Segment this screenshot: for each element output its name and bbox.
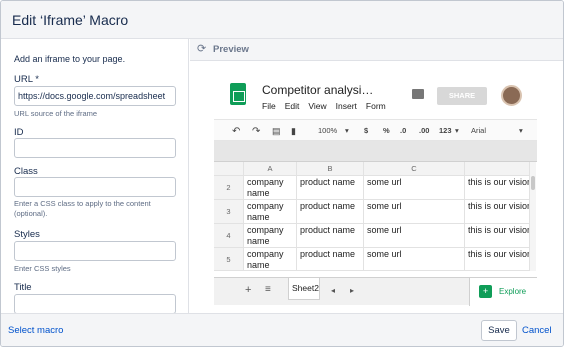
currency-format[interactable]: $ (364, 126, 368, 135)
sheet-header: Competitor analysi… File Edit View Insert Fo… (214, 71, 537, 119)
menu-insert[interactable]: Insert (336, 101, 357, 111)
table-cell[interactable]: this is our vision (465, 224, 530, 248)
explore-button[interactable]: + Explore (469, 278, 537, 306)
url-hint: URL source of the iframe (14, 109, 98, 118)
zoom-dropdown-icon[interactable]: ▾ (345, 126, 349, 135)
corner-cell (214, 162, 244, 176)
table-cell[interactable]: this is our vision (465, 200, 530, 224)
column-header-d[interactable] (465, 162, 530, 176)
class-hint: Enter a CSS class to apply to the conten… (14, 199, 151, 218)
table-cell[interactable]: this is our vision (465, 248, 530, 271)
zoom-select[interactable]: 100% (318, 126, 337, 135)
font-dropdown-icon[interactable]: ▾ (519, 126, 523, 135)
title-label: Title (14, 282, 32, 293)
comment-icon[interactable] (412, 89, 424, 99)
table-cell[interactable]: company name (244, 200, 297, 224)
table-cell[interactable]: product name (297, 200, 364, 224)
row-header[interactable]: 4 (214, 224, 244, 248)
table-cell[interactable]: this is our vision (465, 176, 530, 200)
vertical-scrollbar[interactable] (530, 162, 536, 271)
macro-form: Add an iframe to your page. URL * https:… (1, 39, 189, 313)
undo-icon[interactable]: ↶ (232, 126, 240, 137)
table-cell[interactable]: some url (364, 176, 465, 200)
table-cell[interactable]: company name (244, 176, 297, 200)
sheet-toolbar: ↶ ↷ ▤ ▮ 100% ▾ $ % .0 .00 123 ▾ Arial ▾ (214, 119, 537, 141)
select-macro-link[interactable]: Select macro (8, 325, 63, 336)
macro-dialog: Edit ‘Iframe’ Macro Add an iframe to you… (0, 0, 564, 347)
menu-view[interactable]: View (308, 101, 326, 111)
preview-label: Preview (213, 44, 249, 55)
doc-title: Competitor analysi… (262, 83, 374, 97)
dialog-header: Edit ‘Iframe’ Macro (1, 1, 563, 39)
column-header-b[interactable]: B (297, 162, 364, 176)
sheet-tabs-bar: + ≡ Sheet2 ◂ ▸ + Explore (214, 277, 537, 306)
styles-input[interactable] (14, 241, 176, 261)
form-intro: Add an iframe to your page. (14, 54, 126, 64)
url-input[interactable]: https://docs.google.com/spreadsheet (14, 86, 176, 106)
share-button[interactable]: SHARE (437, 87, 487, 105)
scrollbar-thumb[interactable] (531, 176, 535, 190)
menu-file[interactable]: File (262, 101, 276, 111)
table-cell[interactable]: product name (297, 248, 364, 271)
styles-hint: Enter CSS styles (14, 264, 71, 273)
redo-icon[interactable]: ↷ (252, 126, 260, 137)
sheets-logo-icon (230, 83, 246, 105)
avatar[interactable] (501, 85, 522, 106)
print-icon[interactable]: ▤ (272, 126, 281, 137)
dialog-footer: Select macro Save Cancel (1, 313, 563, 346)
id-label: ID (14, 127, 24, 138)
class-label: Class (14, 166, 38, 177)
column-header-c[interactable]: C (364, 162, 465, 176)
menu-form[interactable]: Form (366, 101, 386, 111)
column-header-a[interactable]: A (244, 162, 297, 176)
sheet-grid: A B C 2 company name product name some u… (214, 162, 537, 271)
row-header[interactable]: 5 (214, 248, 244, 271)
font-select[interactable]: Arial (471, 126, 486, 135)
tab-sheet2[interactable]: Sheet2 (288, 278, 320, 300)
save-button[interactable]: Save (481, 320, 517, 341)
spreadsheet-preview: Competitor analysi… File Edit View Insert Fo… (214, 71, 537, 306)
sheet-menu-bar: File Edit View Insert Form (262, 101, 392, 111)
row-header[interactable]: 2 (214, 176, 244, 200)
id-input[interactable] (14, 138, 176, 158)
table-cell[interactable]: product name (297, 176, 364, 200)
all-sheets-icon[interactable]: ≡ (265, 284, 271, 295)
table-cell[interactable]: product name (297, 224, 364, 248)
percent-format[interactable]: % (383, 126, 390, 135)
tab-sheet2-label: Sheet2 (292, 283, 319, 293)
preview-header: ⟳ Preview (190, 39, 563, 61)
class-input[interactable] (14, 177, 176, 197)
number-format[interactable]: 123 (439, 126, 452, 135)
formula-bar[interactable] (214, 141, 537, 162)
url-label: URL * (14, 74, 39, 85)
explore-icon: + (479, 285, 492, 298)
share-label: SHARE (448, 91, 476, 100)
table-cell[interactable]: some url (364, 200, 465, 224)
table-cell[interactable]: company name (244, 224, 297, 248)
table-cell[interactable]: some url (364, 248, 465, 271)
styles-label: Styles (14, 229, 40, 240)
row-header[interactable]: 3 (214, 200, 244, 224)
refresh-icon[interactable]: ⟳ (197, 43, 209, 55)
add-sheet-icon[interactable]: + (245, 284, 251, 296)
increase-decimal[interactable]: .00 (419, 126, 429, 135)
menu-edit[interactable]: Edit (285, 101, 300, 111)
table-cell[interactable]: company name (244, 248, 297, 271)
paint-format-icon[interactable]: ▮ (291, 126, 296, 137)
dialog-title: Edit ‘Iframe’ Macro (12, 12, 129, 28)
title-input[interactable] (14, 294, 176, 313)
prev-sheet-icon[interactable]: ◂ (331, 286, 335, 295)
number-format-dropdown-icon[interactable]: ▾ (455, 126, 459, 135)
decrease-decimal[interactable]: .0 (400, 126, 406, 135)
table-cell[interactable]: some url (364, 224, 465, 248)
cancel-button[interactable]: Cancel (522, 325, 552, 336)
next-sheet-icon[interactable]: ▸ (350, 286, 354, 295)
explore-label: Explore (499, 287, 527, 296)
